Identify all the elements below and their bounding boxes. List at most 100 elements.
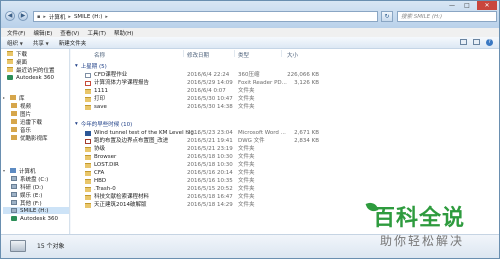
sidebar-item-desktop[interactable]: 桌面 [7,58,27,66]
drive-icon [11,200,17,205]
folder-icon [85,105,91,110]
computer-icon [10,168,16,173]
sidebar-item-drive-d[interactable]: 科研 (D:) [11,183,43,191]
title-bar: ◀ ▶ ▪ ▸ 计算机 ▸ SMILE (H:) ▸ ↻ 搜索 SMILE (H… [1,1,499,28]
maximize-button[interactable]: □ [460,1,474,10]
file-row[interactable]: 1111 2016/6/4 0:07 文件夹 [85,88,495,95]
drive-icon [11,184,17,189]
sidebar-item-thunder[interactable]: 迅雷下载 [11,118,42,126]
file-row[interactable]: CFA 2016/5/16 20:14 文件夹 [85,170,495,177]
menu-help[interactable]: 帮助(H) [114,29,133,37]
folder-icon [85,163,91,168]
file-row[interactable]: CFD课程作业 2016/6/4 22:24 360压缩 226,066 KB [85,72,495,79]
sidebar-item-autodesk360-drive[interactable]: Autodesk 360 [11,215,58,222]
sidebar-item-autodesk360[interactable]: Autodesk 360 [7,74,54,81]
file-row[interactable]: Wind tunnel test of the KM Level hig... … [85,130,495,137]
watermark-subtitle: 助你轻松解决 [380,234,465,248]
sidebar-item-drive-h[interactable]: SMILE (H:) [3,207,69,214]
autodesk-icon [11,216,17,221]
folder-icon [7,59,13,64]
watermark-logo: 百科全说 助你轻松解决 [365,200,493,254]
sidebar-item-recent[interactable]: 最近访问的位置 [7,66,55,74]
watermark-title: 百科全说 [373,206,466,231]
menu-bar: 文件(F) 编辑(E) 查看(V) 工具(T) 帮助(H) [1,28,499,37]
library-icon [10,95,16,100]
word-document-icon [85,131,91,136]
breadcrumb-drive[interactable]: SMILE (H:) [74,14,102,20]
file-row[interactable]: 协级 2016/5/21 23:19 文件夹 [85,146,495,153]
new-folder-button[interactable]: 新建文件夹 [59,39,87,47]
file-row[interactable]: 计算流体力学课程报告 2016/5/29 14:09 Foxit Reader … [85,80,495,87]
file-row[interactable]: HBD 2016/5/16 10:35 文件夹 [85,178,495,185]
sidebar-item-drive-f[interactable]: 其他 (F:) [11,199,42,207]
organize-button[interactable]: 组织 ▼ [7,39,23,47]
computer-icon: ▪ [37,13,41,20]
minimize-button[interactable]: — [445,1,459,10]
sidebar-item-libraries[interactable]: ▸ 库 [3,94,25,102]
sidebar-item-downloads[interactable]: 下载 [7,50,27,58]
file-row[interactable]: LOST.DIR 2016/5/18 10:30 文件夹 [85,162,495,169]
collapse-icon: ▾ [75,121,78,127]
share-button[interactable]: 共享 ▼ [33,39,49,47]
folder-icon [7,67,13,72]
collapse-icon: ▾ [75,63,78,69]
music-library-icon [11,127,17,132]
sidebar-item-youku[interactable]: 优酷影视库 [11,134,48,142]
item-count: 15 个对象 [37,243,65,250]
forward-button[interactable]: ▶ [18,11,28,21]
back-button[interactable]: ◀ [5,11,15,21]
menu-view[interactable]: 查看(V) [60,29,79,37]
address-bar[interactable]: ▪ ▸ 计算机 ▸ SMILE (H:) ▸ [33,11,378,22]
picture-library-icon [11,111,17,116]
file-row[interactable]: save 2016/5/30 14:38 文件夹 [85,104,495,111]
folder-icon [85,203,91,208]
column-header-date[interactable]: 修改日期 [187,51,209,59]
breadcrumb-computer[interactable]: 计算机 [49,13,66,21]
sidebar-item-drive-c[interactable]: 系统盘 (C:) [11,175,48,183]
navigation-pane: 下载 桌面 最近访问的位置 Autodesk 360 ▸ 库 视频 图片 迅雷下… [1,49,70,234]
pdf-icon [85,81,91,86]
archive-icon [85,73,91,78]
file-row[interactable]: Browser 2016/5/18 10:30 文件夹 [85,154,495,161]
usb-drive-icon [11,208,17,213]
sidebar-item-music[interactable]: 音乐 [11,126,31,134]
help-icon[interactable]: ? [486,39,493,46]
dwg-file-icon [85,139,91,144]
video-library-icon [11,103,17,108]
menu-edit[interactable]: 编辑(E) [33,29,52,37]
file-row[interactable]: 跑的布置及边界点布置图_改进 2016/5/21 19:41 DWG 文件 2,… [85,138,495,145]
preview-pane-icon[interactable] [473,39,480,45]
drive-icon [10,240,26,252]
folder-icon [7,51,13,56]
drive-icon [11,192,17,197]
command-bar: 组织 ▼ 共享 ▼ 新建文件夹 ? [1,37,499,49]
column-header-type[interactable]: 类型 [238,51,249,59]
explorer-window: ◀ ▶ ▪ ▸ 计算机 ▸ SMILE (H:) ▸ ↻ 搜索 SMILE (H… [0,0,500,259]
folder-icon [85,89,91,94]
sidebar-item-drive-e[interactable]: 娱乐 (E:) [11,191,42,199]
folder-icon [85,147,91,152]
sidebar-item-videos[interactable]: 视频 [11,102,31,110]
menu-file[interactable]: 文件(F) [7,29,25,37]
video-library-icon [11,135,17,140]
folder-icon [85,195,91,200]
folder-icon [85,97,91,102]
sidebar-item-computer[interactable]: ▾ 计算机 [3,167,36,175]
folder-icon [85,187,91,192]
column-header-name[interactable]: 名称 [94,51,105,59]
folder-icon [85,155,91,160]
file-row[interactable]: .Trash-0 2016/5/15 20:52 文件夹 [85,186,495,193]
view-options-icon[interactable] [460,39,467,45]
group-header-last-week[interactable]: ▾ 上星期 (5) [75,62,107,70]
search-input[interactable]: 搜索 SMILE (H:) [397,11,497,22]
menu-tools[interactable]: 工具(T) [87,29,106,37]
refresh-button[interactable]: ↻ [381,11,393,22]
autodesk-icon [7,75,13,80]
sidebar-item-pictures[interactable]: 图片 [11,110,31,118]
close-button[interactable]: ✕ [477,1,497,10]
file-row[interactable]: 打印 2016/5/30 10:47 文件夹 [85,96,495,103]
column-header-size[interactable]: 大小 [287,51,298,59]
download-library-icon [11,119,17,124]
group-header-earlier-this-year[interactable]: ▾ 今年的早些时候 (10) [75,120,132,128]
drive-icon [11,176,17,181]
